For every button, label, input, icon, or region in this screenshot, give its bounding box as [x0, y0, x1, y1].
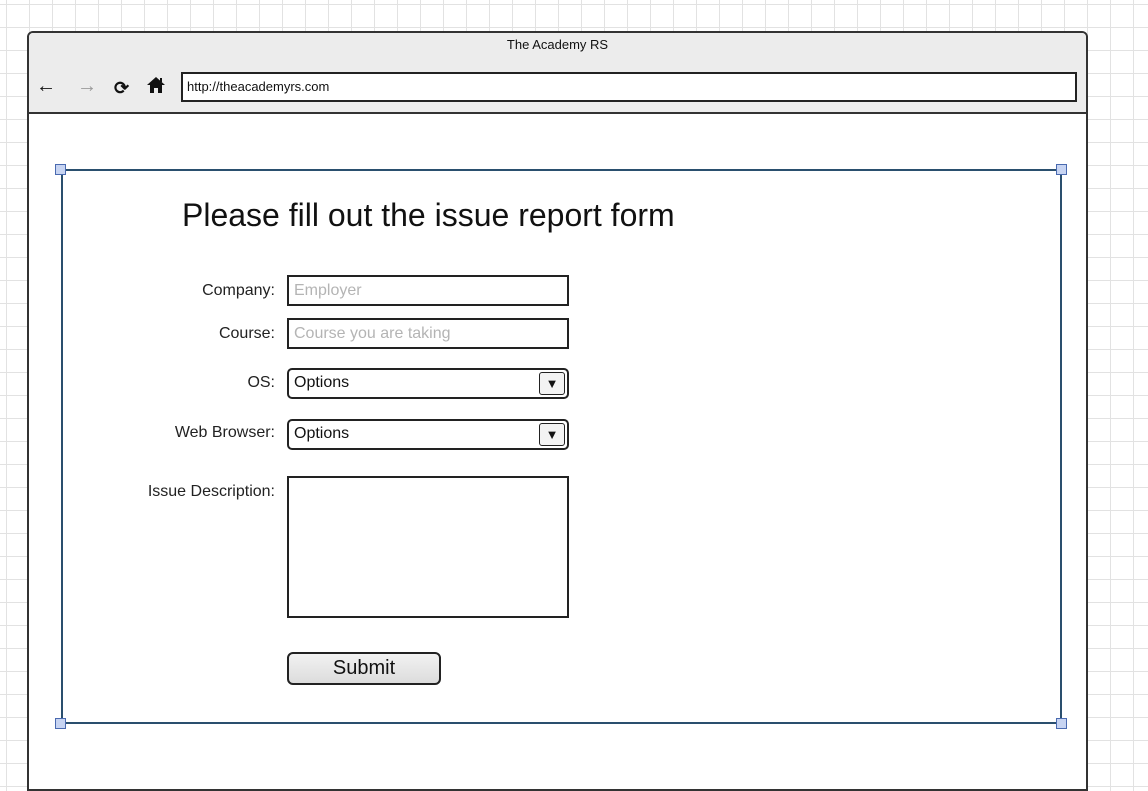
dropdown-arrow-icon[interactable]: ▼	[539, 423, 565, 446]
resize-handle-top-right[interactable]	[1056, 164, 1067, 175]
issue-description-label: Issue Description:	[147, 483, 275, 500]
reload-icon[interactable]: ⟳	[114, 78, 129, 98]
form-heading: Please fill out the issue report form	[182, 197, 675, 233]
web-browser-selected-value: Options	[294, 425, 350, 442]
company-input[interactable]	[287, 275, 569, 306]
dropdown-arrow-icon[interactable]: ▼	[539, 372, 565, 395]
window-title: The Academy RS	[506, 37, 609, 52]
web-browser-select[interactable]: Options ▼	[287, 419, 569, 450]
resize-handle-bottom-right[interactable]	[1056, 718, 1067, 729]
resize-handle-bottom-left[interactable]	[55, 718, 66, 729]
os-select[interactable]: Options ▼	[287, 368, 569, 399]
course-label: Course:	[218, 325, 275, 342]
arrow-left-icon[interactable]: ←	[36, 76, 56, 96]
os-label: OS:	[247, 374, 275, 391]
issue-description-textarea[interactable]	[287, 476, 569, 618]
address-bar[interactable]: http://theacademyrs.com	[181, 72, 1077, 102]
web-browser-label: Web Browser:	[174, 424, 275, 441]
company-label: Company:	[202, 282, 275, 299]
resize-handle-top-left[interactable]	[55, 164, 66, 175]
submit-button[interactable]: Submit	[287, 652, 441, 685]
os-selected-value: Options	[294, 374, 350, 391]
arrow-right-icon[interactable]: →	[77, 76, 97, 96]
course-input[interactable]	[287, 318, 569, 349]
home-icon[interactable]	[147, 77, 165, 93]
browser-toolbar: The Academy RS ← → ⟳ http://theacademyrs…	[29, 33, 1086, 114]
